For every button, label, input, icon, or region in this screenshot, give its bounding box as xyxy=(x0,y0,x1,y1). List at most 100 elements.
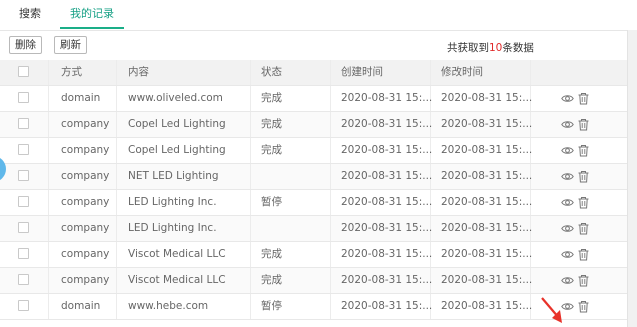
cell-content: LED Lighting Inc. xyxy=(128,222,217,234)
table-row: company NET LED Lighting 2020-08-31 15:...… xyxy=(0,164,627,190)
cell-created-time: 2020-08-31 15:... xyxy=(341,144,433,156)
column-header-content: 内容 xyxy=(128,66,149,78)
delete-trash-icon[interactable] xyxy=(577,144,590,157)
column-divider xyxy=(250,138,251,163)
table-header-row: 方式 内容 状态 创建时间 修改时间 xyxy=(0,60,627,86)
cell-type: company xyxy=(61,222,110,234)
row-checkbox[interactable] xyxy=(18,92,29,103)
column-divider xyxy=(330,216,331,241)
cell-content: NET LED Lighting xyxy=(128,170,219,182)
delete-trash-icon[interactable] xyxy=(577,274,590,287)
cell-modified-time: 2020-08-31 15:... xyxy=(441,274,533,286)
column-divider xyxy=(116,242,117,267)
cell-created-time: 2020-08-31 15:... xyxy=(341,274,433,286)
column-divider xyxy=(48,86,49,111)
cell-type: domain xyxy=(61,300,101,312)
column-divider xyxy=(250,112,251,137)
cell-content: Copel Led Lighting xyxy=(128,144,226,156)
view-eye-icon[interactable] xyxy=(561,170,574,183)
row-checkbox[interactable] xyxy=(18,274,29,285)
column-divider xyxy=(48,138,49,163)
column-divider xyxy=(116,86,117,111)
view-eye-icon[interactable] xyxy=(561,92,574,105)
table-row: company Copel Led Lighting 完成 2020-08-31 15… xyxy=(0,112,627,138)
row-checkbox[interactable] xyxy=(18,222,29,233)
cell-modified-time: 2020-08-31 15:... xyxy=(441,118,533,130)
delete-trash-icon[interactable] xyxy=(577,248,590,261)
column-divider xyxy=(116,216,117,241)
record-count: 共获取到10条数据 xyxy=(447,40,534,55)
cell-status: 完成 xyxy=(261,92,282,104)
column-divider xyxy=(250,242,251,267)
row-checkbox[interactable] xyxy=(18,144,29,155)
cell-created-time: 2020-08-31 15:... xyxy=(341,92,433,104)
column-header-created: 创建时间 xyxy=(341,66,383,78)
column-divider xyxy=(430,60,431,85)
cell-created-time: 2020-08-31 15:... xyxy=(341,118,433,130)
row-checkbox[interactable] xyxy=(18,196,29,207)
column-divider xyxy=(116,268,117,293)
column-divider xyxy=(116,112,117,137)
column-divider xyxy=(48,164,49,189)
table-row: domain www.oliveled.com 完成 2020-08-31 15:..… xyxy=(0,86,627,112)
delete-trash-icon[interactable] xyxy=(577,118,590,131)
cell-content: www.oliveled.com xyxy=(128,92,223,104)
column-divider xyxy=(116,60,117,85)
view-eye-icon[interactable] xyxy=(561,118,574,131)
row-checkbox[interactable] xyxy=(18,300,29,311)
row-checkbox[interactable] xyxy=(18,170,29,181)
cell-content: Viscot Medical LLC xyxy=(128,248,226,260)
column-header-modified: 修改时间 xyxy=(441,66,483,78)
column-divider xyxy=(250,164,251,189)
view-eye-icon[interactable] xyxy=(561,222,574,235)
column-divider xyxy=(250,190,251,215)
select-all-checkbox[interactable] xyxy=(18,66,29,77)
annotation-arrow-icon xyxy=(541,297,562,323)
column-divider xyxy=(250,294,251,319)
delete-trash-icon[interactable] xyxy=(577,222,590,235)
record-count-suffix: 条数据 xyxy=(502,42,534,54)
column-divider xyxy=(250,268,251,293)
cell-modified-time: 2020-08-31 15:... xyxy=(441,222,533,234)
cell-content: www.hebe.com xyxy=(128,300,209,312)
tab-search[interactable]: 搜索 xyxy=(10,0,50,29)
cell-modified-time: 2020-08-31 15:... xyxy=(441,92,533,104)
tab-my-records[interactable]: 我的记录 xyxy=(60,0,124,29)
column-divider xyxy=(250,86,251,111)
refresh-button[interactable]: 刷新 xyxy=(54,36,87,54)
view-eye-icon[interactable] xyxy=(561,196,574,209)
view-eye-icon[interactable] xyxy=(561,144,574,157)
row-checkbox[interactable] xyxy=(18,248,29,259)
view-eye-icon[interactable] xyxy=(561,274,574,287)
column-divider xyxy=(48,216,49,241)
view-eye-icon[interactable] xyxy=(561,248,574,261)
record-count-prefix: 共获取到 xyxy=(447,42,489,54)
cell-created-time: 2020-08-31 15:... xyxy=(341,300,433,312)
delete-trash-icon[interactable] xyxy=(577,170,590,183)
cell-created-time: 2020-08-31 15:... xyxy=(341,170,433,182)
column-divider xyxy=(330,190,331,215)
cell-status: 完成 xyxy=(261,144,282,156)
column-header-type: 方式 xyxy=(61,66,82,78)
cell-modified-time: 2020-08-31 15:... xyxy=(441,170,533,182)
delete-trash-icon[interactable] xyxy=(577,196,590,209)
table-row: company LED Lighting Inc. 2020-08-31 15:..… xyxy=(0,216,627,242)
column-divider xyxy=(250,60,251,85)
cell-type: company xyxy=(61,144,110,156)
toolbar: 删除 刷新 共获取到10条数据 xyxy=(0,30,637,60)
column-header-status: 状态 xyxy=(261,66,282,78)
column-divider xyxy=(250,216,251,241)
column-divider xyxy=(48,112,49,137)
column-divider xyxy=(116,190,117,215)
cell-modified-time: 2020-08-31 15:... xyxy=(441,248,533,260)
delete-trash-icon[interactable] xyxy=(577,300,590,313)
column-divider xyxy=(330,86,331,111)
vertical-scrollbar[interactable] xyxy=(627,30,637,327)
row-checkbox[interactable] xyxy=(18,118,29,129)
delete-button[interactable]: 删除 xyxy=(9,36,42,54)
cell-status: 暂停 xyxy=(261,300,282,312)
column-divider xyxy=(330,112,331,137)
delete-trash-icon[interactable] xyxy=(577,92,590,105)
column-divider xyxy=(330,164,331,189)
cell-type: company xyxy=(61,248,110,260)
